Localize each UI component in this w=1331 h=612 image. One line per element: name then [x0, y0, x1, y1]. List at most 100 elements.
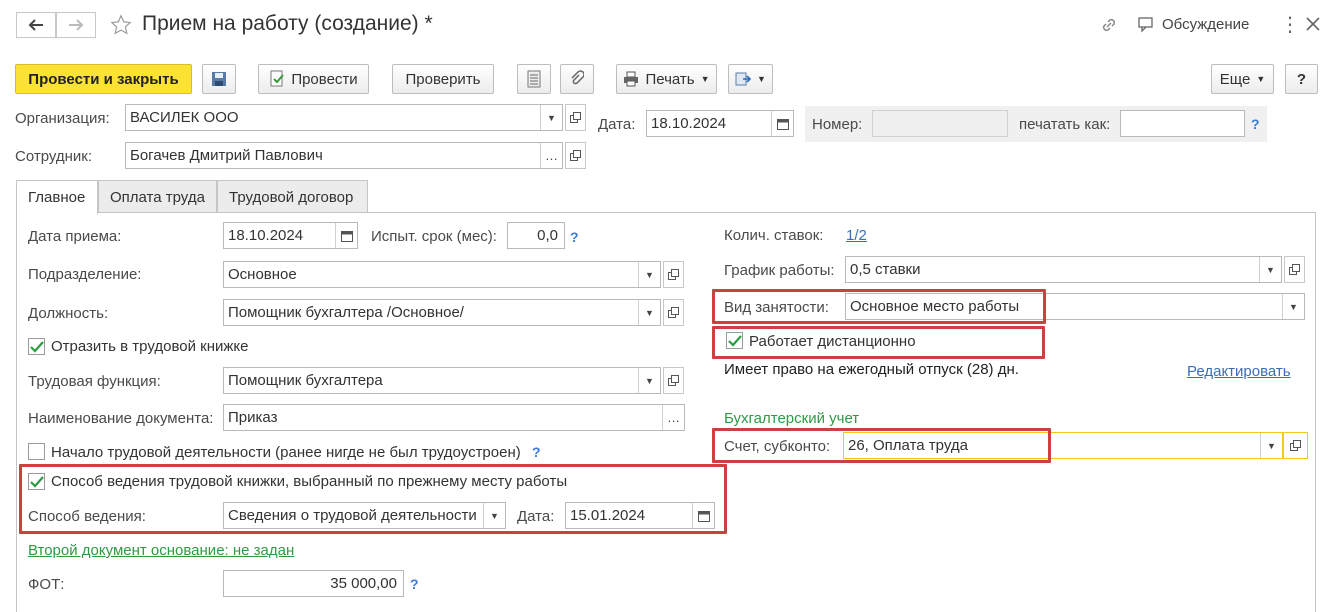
paperclip-icon: [570, 70, 584, 88]
open-employee-button[interactable]: [565, 142, 586, 169]
chevron-down-icon[interactable]: ▼: [540, 105, 562, 130]
page-title: Прием на работу (создание) *: [142, 12, 433, 35]
open-position-button[interactable]: [663, 299, 684, 326]
organization-label: Организация:: [15, 110, 110, 127]
more-button[interactable]: Еще ▼: [1211, 64, 1274, 94]
print-button[interactable]: Печать ▼: [616, 64, 717, 94]
star-icon[interactable]: [110, 14, 132, 36]
help-icon[interactable]: ?: [532, 444, 541, 460]
select-ellipsis-icon[interactable]: …: [540, 143, 562, 168]
tab-payment[interactable]: Оплата труда: [98, 180, 217, 213]
account-field[interactable]: 26, Оплата труда ▼: [843, 432, 1283, 459]
forward-button[interactable]: [56, 12, 96, 38]
arrow-left-icon: [28, 19, 44, 31]
organization-field[interactable]: ВАСИЛЕК ООО ▼: [125, 104, 563, 131]
schedule-field[interactable]: 0,5 ставки ▼: [845, 256, 1282, 283]
arrow-right-icon: [68, 19, 84, 31]
back-button[interactable]: [16, 12, 56, 38]
open-account-button[interactable]: [1283, 432, 1308, 459]
function-field[interactable]: Помощник бухгалтера ▼: [223, 367, 661, 394]
list-document-icon: [527, 70, 541, 88]
workbook-method-checkbox[interactable]: [28, 473, 45, 490]
link-icon[interactable]: [1100, 16, 1118, 34]
post-button[interactable]: Провести: [258, 64, 369, 94]
docname-label: Наименование документа:: [28, 410, 214, 427]
open-icon: [668, 269, 679, 280]
chevron-down-icon[interactable]: ▼: [483, 503, 505, 528]
date-field[interactable]: 18.10.2024: [646, 110, 794, 137]
reflect-checkbox[interactable]: [28, 338, 45, 355]
docname-field[interactable]: Приказ …: [223, 404, 685, 431]
create-based-on-button[interactable]: ▼: [728, 64, 773, 94]
calendar-icon[interactable]: [692, 503, 714, 528]
employee-field[interactable]: Богачев Дмитрий Павлович …: [125, 142, 563, 169]
method-date-field[interactable]: 15.01.2024: [565, 502, 715, 529]
second-document-link[interactable]: Второй документ основание: не задан: [28, 542, 294, 559]
workbook-method-checkbox-label: Способ ведения трудовой книжки, выбранны…: [51, 473, 568, 490]
discussion-button[interactable]: Обсуждение: [1138, 16, 1249, 33]
save-button[interactable]: [202, 64, 236, 94]
post-and-close-button[interactable]: Провести и закрыть: [15, 64, 192, 94]
chevron-down-icon[interactable]: ▼: [1260, 433, 1282, 458]
chevron-down-icon: ▼: [1256, 74, 1266, 84]
method-date-label: Дата:: [517, 508, 555, 525]
open-icon: [1290, 440, 1301, 451]
department-field[interactable]: Основное ▼: [223, 261, 661, 288]
edit-link[interactable]: Редактировать: [1187, 363, 1291, 380]
function-label: Трудовая функция:: [28, 373, 161, 390]
open-icon: [668, 375, 679, 386]
open-icon: [570, 150, 581, 161]
document-list-button[interactable]: [517, 64, 551, 94]
number-field[interactable]: [872, 110, 1008, 137]
employment-field[interactable]: Основное место работы ▼: [845, 293, 1305, 320]
department-label: Подразделение:: [28, 266, 142, 283]
chevron-down-icon[interactable]: ▼: [1282, 294, 1304, 319]
tab-main[interactable]: Главное: [16, 180, 98, 214]
select-ellipsis-icon[interactable]: …: [662, 405, 684, 430]
open-department-button[interactable]: [663, 261, 684, 288]
checkmark-icon: [29, 340, 44, 353]
help-button[interactable]: ?: [1285, 64, 1318, 94]
fot-field[interactable]: 35 000,00: [223, 570, 404, 597]
close-icon[interactable]: [1306, 17, 1320, 31]
post-doc-icon: [269, 70, 285, 88]
print-as-field[interactable]: [1120, 110, 1245, 137]
number-label: Номер:: [812, 116, 863, 133]
open-icon: [1289, 264, 1300, 275]
open-organization-button[interactable]: [565, 104, 586, 131]
date-label: Дата:: [598, 116, 636, 133]
chat-icon: [1138, 16, 1156, 33]
rates-link[interactable]: 1/2: [846, 227, 867, 244]
tab-contract[interactable]: Трудовой договор: [217, 180, 368, 213]
start-activity-label: Начало трудовой деятельности (ранее нигд…: [51, 444, 521, 461]
chevron-down-icon[interactable]: ▼: [638, 368, 660, 393]
method-label: Способ ведения:: [28, 508, 146, 525]
calendar-icon[interactable]: [771, 111, 793, 136]
schedule-label: График работы:: [724, 262, 835, 279]
position-field[interactable]: Помощник бухгалтера /Основное/ ▼: [223, 299, 661, 326]
employment-label: Вид занятости:: [724, 299, 829, 316]
attachment-button[interactable]: [560, 64, 594, 94]
check-button[interactable]: Проверить: [392, 64, 494, 94]
create-based-on-icon: [735, 71, 752, 87]
position-label: Должность:: [28, 305, 109, 322]
chevron-down-icon[interactable]: ▼: [638, 262, 660, 287]
start-activity-checkbox[interactable]: [28, 443, 45, 460]
probation-label: Испыт. срок (мес):: [371, 228, 497, 245]
remote-checkbox[interactable]: [726, 332, 743, 349]
accounting-header: Бухгалтерский учет: [724, 410, 860, 427]
hire-date-field[interactable]: 18.10.2024: [223, 222, 358, 249]
employee-label: Сотрудник:: [15, 148, 93, 165]
chevron-down-icon: ▼: [700, 74, 710, 84]
calendar-icon[interactable]: [335, 223, 357, 248]
chevron-down-icon[interactable]: ▼: [638, 300, 660, 325]
help-icon[interactable]: ?: [1251, 116, 1260, 132]
open-function-button[interactable]: [663, 367, 684, 394]
probation-field[interactable]: 0,0: [507, 222, 565, 249]
method-field[interactable]: Сведения о трудовой деятельности ▼: [223, 502, 506, 529]
more-vert-icon[interactable]: ⋮: [1280, 12, 1300, 37]
chevron-down-icon[interactable]: ▼: [1259, 257, 1281, 282]
help-icon[interactable]: ?: [570, 229, 579, 245]
open-schedule-button[interactable]: [1284, 256, 1305, 283]
help-icon[interactable]: ?: [410, 576, 419, 592]
